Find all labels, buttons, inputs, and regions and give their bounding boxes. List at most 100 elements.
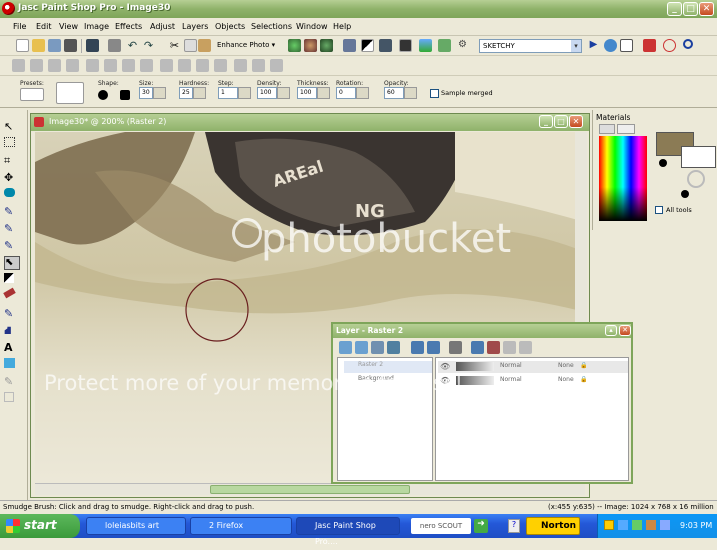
thickness-field[interactable]: 100 (297, 87, 330, 99)
script-window-icon[interactable] (620, 39, 633, 52)
visibility-eye-icon[interactable]: 👁 (440, 362, 450, 371)
blend-mode[interactable]: Normal (500, 376, 522, 383)
save-icon[interactable] (86, 39, 99, 52)
script-selector[interactable]: SKETCHY ▾ (479, 39, 582, 53)
image-horizontal-scrollbar[interactable] (35, 483, 585, 495)
preset-picker-icon[interactable] (20, 88, 44, 101)
tray-icon-3[interactable] (632, 520, 642, 530)
redo-icon[interactable]: ↷ (142, 39, 155, 52)
copy-icon[interactable] (184, 39, 197, 52)
smudge-brush-icon[interactable]: ⬉ (4, 256, 20, 270)
flood-fill-icon[interactable]: ⛘ (4, 324, 20, 339)
menu-window[interactable]: Window (296, 22, 328, 31)
photo-icon[interactable] (419, 39, 432, 52)
paint-brush-icon[interactable]: ✎ (4, 222, 20, 237)
menu-image[interactable]: Image (84, 22, 109, 31)
rainbow-tab-icon[interactable] (599, 124, 615, 134)
task-firefox[interactable]: 2 Firefox (190, 517, 292, 535)
horizontal-scroll-thumb[interactable] (210, 485, 410, 494)
layer-props-row[interactable]: 👁 Normal None 🔒 (438, 375, 628, 387)
duplicate-layer-icon[interactable] (411, 341, 424, 354)
opacity-slider[interactable] (456, 362, 494, 371)
maximize-button[interactable]: □ (683, 2, 698, 16)
layer-palette-close-button[interactable]: ✕ (619, 325, 631, 336)
paste-icon[interactable] (198, 39, 211, 52)
square-shape-icon[interactable] (120, 90, 130, 100)
new-mask-icon[interactable] (387, 341, 400, 354)
image-minimize-button[interactable]: _ (539, 115, 553, 128)
link-set[interactable]: None (558, 376, 574, 383)
task-paint-shop-pro[interactable]: Jasc Paint Shop Pro.... (296, 517, 400, 546)
image-maximize-button[interactable]: □ (554, 115, 568, 128)
close-button[interactable]: ✕ (699, 2, 714, 16)
circle-tool-icon[interactable] (683, 39, 693, 49)
swap-colors-icon[interactable] (687, 170, 705, 188)
menu-objects[interactable]: Objects (215, 22, 245, 31)
picture-tube-icon[interactable] (4, 188, 15, 197)
brush-tip-preview[interactable] (56, 82, 84, 104)
histogram-icon[interactable] (343, 39, 356, 52)
print-icon[interactable] (108, 39, 121, 52)
preset-shape-icon[interactable] (4, 358, 15, 368)
settings-icon[interactable]: ⚙ (456, 39, 469, 52)
start-button[interactable]: start (0, 514, 80, 538)
menu-help[interactable]: Help (333, 22, 351, 31)
opacity-field[interactable]: 60 (384, 87, 417, 99)
cut-icon[interactable]: ✂ (168, 39, 181, 52)
image-info-icon[interactable] (399, 39, 412, 52)
menu-view[interactable]: View (59, 22, 78, 31)
merge-layer-icon[interactable] (471, 341, 484, 354)
scan-icon[interactable] (64, 39, 77, 52)
stop-script-icon[interactable] (663, 39, 676, 52)
lock-layer-icon[interactable] (487, 341, 500, 354)
layer-props-row[interactable]: 👁 Normal None 🔒 (438, 361, 628, 373)
layer-palette-pin-button[interactable]: ▴ (605, 325, 617, 336)
move-tool-icon[interactable]: ✥ (4, 171, 20, 186)
size-field[interactable]: 30 (139, 87, 166, 99)
nero-search-box[interactable]: nero SCOUT (411, 518, 471, 534)
blend-mode[interactable]: Normal (500, 362, 522, 369)
go-icon[interactable]: ➜ (474, 519, 488, 533)
airbrush-icon[interactable]: ✎ (4, 307, 20, 322)
pan-tool-icon[interactable]: ↖ (4, 120, 20, 135)
selection-tool-icon[interactable] (4, 137, 15, 147)
open-folder-icon[interactable] (32, 39, 45, 52)
new-raster-layer-icon[interactable] (339, 341, 352, 354)
lock-icon[interactable]: 🔒 (580, 376, 587, 383)
menu-edit[interactable]: Edit (36, 22, 52, 31)
color-spectrum[interactable] (599, 136, 647, 221)
tray-icon-2[interactable] (618, 520, 628, 530)
delete-layer-icon[interactable] (427, 341, 440, 354)
task-loleiasbits-art[interactable]: loleiasbits art (86, 517, 186, 535)
text-tool-icon[interactable]: A (4, 341, 20, 356)
script-edit-icon[interactable] (604, 39, 617, 52)
norton-button[interactable]: Norton (526, 517, 580, 535)
step-field[interactable]: 1 (218, 87, 251, 99)
menu-adjust[interactable]: Adjust (150, 22, 175, 31)
sample-merged-checkbox[interactable] (430, 89, 439, 98)
sharpen-icon[interactable] (379, 39, 392, 52)
bg-style-icon[interactable] (681, 190, 689, 198)
swatches-tab-icon[interactable] (617, 124, 635, 134)
new-group-icon[interactable] (371, 341, 384, 354)
new-file-icon[interactable] (16, 39, 29, 52)
round-shape-icon[interactable] (98, 90, 108, 100)
image-close-button[interactable]: ✕ (569, 115, 583, 128)
menu-file[interactable]: File (13, 22, 26, 31)
frame-icon[interactable] (438, 39, 451, 52)
layer-properties-icon[interactable] (449, 341, 462, 354)
all-tools-checkbox[interactable] (655, 206, 663, 214)
menu-layers[interactable]: Layers (182, 22, 208, 31)
speaker-icon[interactable] (660, 520, 670, 530)
background-swatch[interactable] (681, 146, 716, 168)
clone-icon[interactable] (320, 39, 333, 52)
link-set[interactable]: None (558, 362, 574, 369)
density-field[interactable]: 100 (257, 87, 290, 99)
lock-icon[interactable]: 🔒 (580, 362, 587, 369)
fg-style-icon[interactable] (659, 159, 667, 167)
menu-selections[interactable]: Selections (251, 22, 292, 31)
red-eye-icon[interactable] (288, 39, 301, 52)
dodge-tool-icon[interactable] (4, 273, 14, 283)
retouch-icon[interactable] (304, 39, 317, 52)
minimize-button[interactable]: _ (667, 2, 682, 16)
